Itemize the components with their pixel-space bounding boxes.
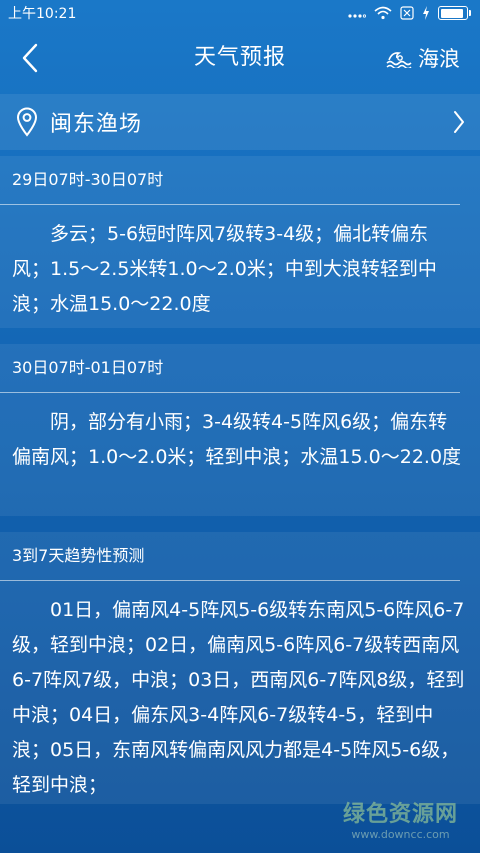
forecast-text: 阴，部分有小雨；3-4级转4-5阵风6级；偏东转偏南风；1.0～2.0米；轻到中… — [12, 411, 462, 468]
trend-text: 01日，偏南风4-5阵风5-6级转东南风5-6阵风6-7级，轻到中浪；02日，偏… — [12, 599, 465, 796]
trend-card: 3到7天趋势性预测 01日，偏南风4-5阵风5-6级转东南风5-6阵风6-7级，… — [0, 532, 480, 804]
wifi-icon — [374, 6, 392, 20]
location-name: 闽东渔场 — [50, 112, 143, 137]
battery-icon — [438, 6, 471, 20]
forecast-text: 多云；5-6短时阵风7级转3-4级；偏北转偏东风；1.5～2.5米转1.0～2.… — [12, 223, 437, 315]
watermark-main: 绿色资源网 — [342, 802, 458, 827]
waves-icon — [386, 52, 412, 68]
signal-icon — [348, 14, 366, 18]
status-icons — [348, 6, 471, 20]
header-bar: 天气预报 海浪 — [0, 26, 480, 90]
trend-period: 3到7天趋势性预测 — [0, 532, 460, 581]
status-time: 上午10:21 — [8, 6, 77, 22]
chevron-right-icon — [454, 111, 464, 133]
waves-button[interactable]: 海浪 — [386, 42, 460, 74]
location-pin-icon — [14, 107, 40, 137]
battery-level — [440, 8, 463, 18]
forecast-card: 29日07时-30日07时 多云；5-6短时阵风7级转3-4级；偏北转偏东风；1… — [0, 156, 480, 328]
forecast-period: 30日07时-01日07时 — [0, 344, 460, 393]
location-selector[interactable]: 闽东渔场 — [0, 94, 480, 150]
watermark: 绿色资源网 www.downcc.com — [343, 796, 458, 841]
forecast-period: 29日07时-30日07时 — [0, 156, 460, 205]
waves-label: 海浪 — [418, 47, 460, 71]
charging-icon — [423, 6, 429, 20]
sim-icon — [400, 6, 414, 20]
status-bar: 上午10:21 — [0, 0, 480, 26]
forecast-card: 30日07时-01日07时 阴，部分有小雨；3-4级转4-5阵风6级；偏东转偏南… — [0, 344, 480, 516]
watermark-url: www.downcc.com — [351, 828, 450, 841]
